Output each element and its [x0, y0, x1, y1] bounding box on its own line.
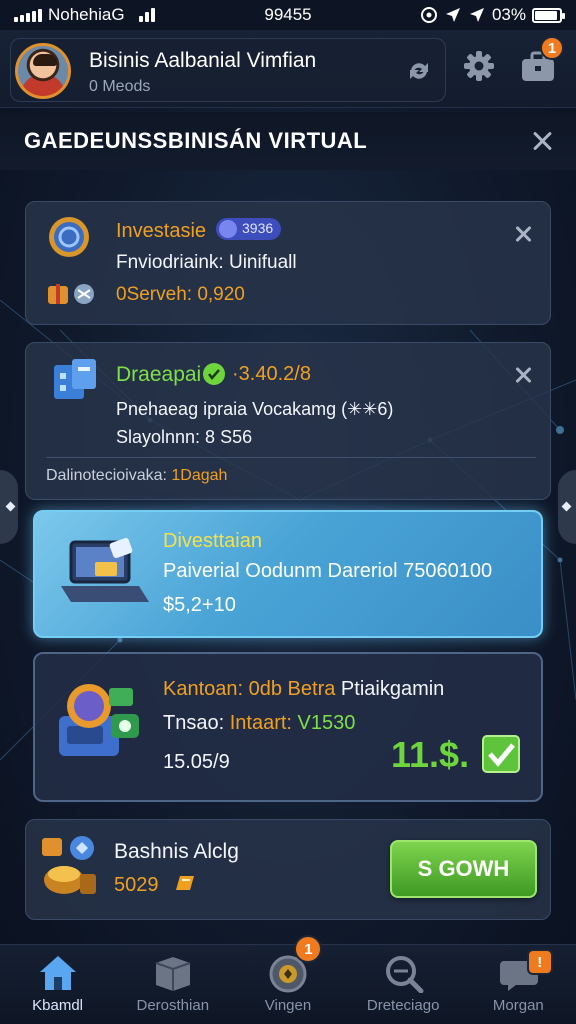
laptop-icon	[61, 537, 149, 602]
card-title: Kantoan: 0db Betra Ptiaikgamin	[163, 678, 445, 700]
gift-icon	[48, 284, 94, 304]
magnifier-icon	[385, 956, 424, 993]
scroll-left-arrow[interactable]	[0, 470, 18, 544]
dismiss-icon[interactable]	[513, 224, 533, 244]
app-header: Bisinis Aalbanial Vimfian 0 Meods 1	[0, 30, 576, 108]
card-value: 15.05/9	[163, 751, 230, 773]
nav-item-home[interactable]: Kbamdl	[0, 945, 115, 1024]
signal-icon	[14, 8, 42, 22]
divider	[46, 457, 536, 458]
location-arrow-icon-2	[469, 8, 484, 22]
gear-icon[interactable]	[459, 46, 499, 86]
profile-subtitle: 0 Meods	[89, 78, 151, 95]
card-title: Divesttaian	[163, 530, 262, 552]
investment-card-4[interactable]: Kantoan: 0db Betra Ptiaikgamin Tnsao: In…	[33, 652, 543, 802]
profile-title: Bisinis Aalbanial Vimfian	[89, 49, 317, 72]
nav-badge: !	[526, 949, 553, 975]
card-footer-label: Dalinotecioivaka: 1Dagah	[46, 467, 228, 484]
card-value: $5,2+10	[163, 594, 236, 616]
title-bar: GAEDEUNSSBINISÁN VIRTUAL	[0, 112, 576, 170]
box-icon	[155, 957, 191, 991]
card-line: Pnehaeag ipraia Vocakamg (✳✳6)	[116, 399, 394, 419]
card-line: Paiverial Oodunm Dareriol 75060100	[163, 560, 493, 582]
investment-card-1[interactable]: Investasie 3936 Fnviodriaink: Uinifuall …	[25, 201, 551, 325]
check-box-icon[interactable]	[481, 734, 521, 774]
check-circle-icon	[203, 363, 225, 385]
investment-card-2[interactable]: Draeapai ·3.40.2/8 Pnehaeag ipraia Vocak…	[25, 342, 551, 500]
profit-amount: 11.$.	[391, 734, 470, 775]
refresh-icon[interactable]	[399, 51, 439, 91]
alarm-icon	[420, 7, 437, 23]
card-line-2: Slayolnnn: 8 S56	[116, 427, 253, 447]
scroll-right-arrow[interactable]	[558, 470, 576, 544]
card-value: ·3.40.2/8	[232, 363, 311, 385]
dismiss-icon[interactable]	[513, 365, 533, 385]
treasure-icon	[42, 836, 96, 894]
bottom-nav: Kbamdl Derosthian 1 Vingen Dreteciago ! …	[0, 935, 576, 1024]
coin-icon	[49, 217, 89, 257]
wifi-bars-icon	[138, 8, 155, 22]
carrier-name: NohehiaG	[48, 5, 125, 24]
card-line: Tnsao: Intaart: V1530	[163, 712, 356, 734]
avatar[interactable]	[15, 43, 71, 99]
badge-icon	[219, 220, 237, 238]
status-bar: NohehiaG 99455 03%	[0, 0, 576, 30]
card-value: 0Serveh: 0,920	[116, 284, 245, 305]
battery-percent: 03%	[491, 5, 526, 24]
home-icon	[40, 956, 76, 990]
card-title: Investasie	[116, 220, 207, 242]
status-time: 99455	[264, 5, 312, 24]
nav-item-messages[interactable]: ! Morgan	[461, 945, 576, 1024]
card-title: Bashnis Alclg	[114, 840, 239, 863]
gold-bar-icon	[176, 876, 194, 890]
nav-badge: 1	[294, 935, 323, 963]
briefcase-icon[interactable]: 1	[518, 36, 564, 86]
location-arrow-icon	[445, 8, 460, 22]
nav-item-detect[interactable]: Dreteciago	[346, 945, 461, 1024]
investment-card-highlighted[interactable]: Divesttaian Paiverial Oodunm Dareriol 75…	[33, 510, 543, 638]
building-icon	[54, 359, 96, 399]
nav-item-deposit[interactable]: Derosthian	[115, 945, 230, 1024]
nav-item-earnings[interactable]: 1 Vingen	[230, 935, 345, 1024]
profile-card[interactable]: Bisinis Aalbanial Vimfian 0 Meods	[10, 38, 446, 102]
page-title: GAEDEUNSSBINISÁN VIRTUAL	[24, 128, 368, 153]
card-badge: 3936	[216, 218, 282, 240]
card-value: 5029	[114, 874, 159, 896]
notification-badge: 1	[540, 36, 564, 60]
close-icon[interactable]	[529, 128, 555, 154]
card-line: Fnviodriaink: Uinifuall	[116, 252, 297, 273]
card-title: Draeapai	[116, 363, 202, 386]
battery-icon	[532, 7, 565, 23]
grow-button[interactable]: S GOWH	[390, 840, 537, 898]
machine-icon	[59, 684, 139, 756]
